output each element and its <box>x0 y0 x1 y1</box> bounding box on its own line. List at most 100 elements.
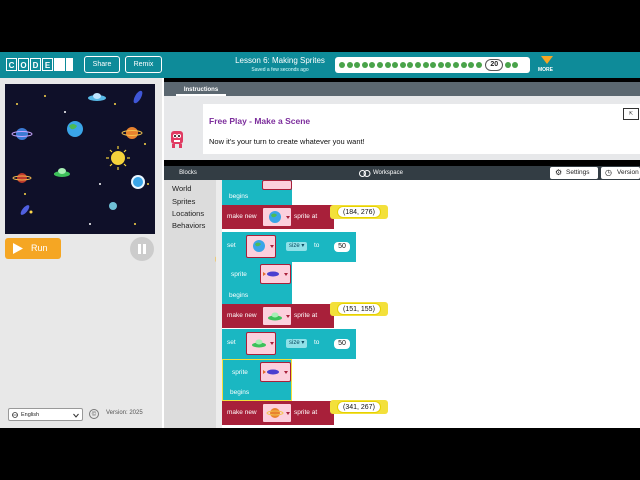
set-label: set <box>227 339 236 346</box>
progress-dot[interactable] <box>422 62 429 68</box>
sprite-at-label: sprite at <box>294 312 318 319</box>
progress-dot[interactable] <box>504 62 511 68</box>
collapse-icon[interactable]: ⇱ <box>623 108 639 120</box>
make-new-label: make new <box>227 312 257 319</box>
size-label: size <box>289 340 300 346</box>
bot-avatar-icon <box>171 131 183 148</box>
instructions-header <box>164 82 640 96</box>
progress-dot[interactable] <box>460 62 467 68</box>
ufo-sprite-icon <box>252 339 274 348</box>
run-button[interactable]: Run <box>5 238 61 259</box>
link-icon <box>359 170 371 177</box>
make-new-label: make new <box>227 409 257 416</box>
begins-label: begins <box>229 292 249 299</box>
current-level-bubble[interactable]: 20 <box>485 59 504 71</box>
progress-dot[interactable] <box>512 62 519 68</box>
chevron-down-icon[interactable] <box>541 56 553 64</box>
tab-blocks[interactable]: Blocks <box>167 166 209 180</box>
saturn-sprite-icon <box>266 408 290 418</box>
progress-dot[interactable] <box>339 62 345 68</box>
logo-block <box>66 58 73 71</box>
logo-block <box>54 58 65 71</box>
stage-scene <box>11 90 149 225</box>
sprite-picker[interactable] <box>260 362 291 382</box>
rocket-sprite-icon <box>263 369 288 375</box>
tab-instructions[interactable]: Instructions <box>176 84 226 96</box>
run-label: Run <box>31 243 48 253</box>
property-dropdown[interactable]: size ▾ <box>286 339 308 348</box>
sprite-label: sprite <box>232 369 248 376</box>
logo-letter: C <box>6 58 17 71</box>
more-label[interactable]: MORE <box>538 67 553 73</box>
copyright-icon[interactable]: © <box>89 409 99 419</box>
earth-sprite-icon <box>269 211 290 223</box>
set-label: set <box>227 242 236 249</box>
sprite-picker[interactable] <box>262 306 292 326</box>
instructions-text: Now it's your turn to create whatever yo… <box>209 137 365 146</box>
progress-dot[interactable] <box>475 62 482 68</box>
saved-status: Saved a few seconds ago <box>251 67 309 73</box>
sprite-picker[interactable] <box>262 207 292 227</box>
property-dropdown[interactable]: size ▾ <box>286 242 308 251</box>
lesson-title[interactable]: Lesson 6: Making Sprites <box>230 56 330 65</box>
progress-dot[interactable] <box>376 62 383 68</box>
clock-icon: ◷ <box>605 168 612 177</box>
instructions-card <box>203 104 640 154</box>
progress-dot[interactable] <box>384 62 391 68</box>
begins-label: begins <box>230 389 250 396</box>
progress-dot[interactable] <box>361 62 368 68</box>
progress-dot[interactable] <box>437 62 444 68</box>
size-value[interactable]: 50 <box>333 338 351 350</box>
progress-dot[interactable] <box>407 62 414 68</box>
lesson-progress[interactable]: 20 <box>335 57 530 73</box>
sprite-label: sprite <box>231 271 247 278</box>
sprite-picker[interactable] <box>260 264 291 284</box>
settings-label: Settings <box>566 169 590 176</box>
letterbox-bottom <box>0 428 640 480</box>
toolbox-category-behaviors[interactable]: Behaviors <box>172 221 205 230</box>
sprite-picker[interactable] <box>262 403 292 423</box>
share-button[interactable]: Share <box>84 56 120 73</box>
to-label: to <box>314 339 320 346</box>
code-logo[interactable]: C O D E <box>6 58 73 71</box>
progress-dot[interactable] <box>430 62 437 68</box>
progress-dot[interactable] <box>399 62 406 68</box>
chevron-down-icon <box>73 413 79 418</box>
location-value[interactable]: (151, 155) <box>337 303 381 315</box>
version-button[interactable]: ◷ Version <box>601 167 640 179</box>
toolbox-category-locations[interactable]: Locations <box>172 209 204 218</box>
pause-button[interactable] <box>130 237 154 261</box>
location-value[interactable]: (341, 267) <box>337 401 381 413</box>
sprite-slot[interactable] <box>262 180 292 190</box>
workspace-title: Workspace <box>373 170 403 176</box>
progress-dot[interactable] <box>414 62 421 68</box>
sprite-picker[interactable] <box>246 235 276 258</box>
sprite-at-label: sprite at <box>294 409 318 416</box>
size-value[interactable]: 50 <box>333 241 351 253</box>
progress-dot[interactable] <box>392 62 399 68</box>
location-value[interactable]: (184, 276) <box>337 206 381 218</box>
sprite-stage[interactable] <box>5 84 155 234</box>
toolbox-category-world[interactable]: World <box>172 184 191 193</box>
progress-dot[interactable] <box>452 62 459 68</box>
language-select[interactable]: English <box>8 408 83 421</box>
settings-button[interactable]: ⚙ Settings <box>550 167 598 179</box>
progress-dot[interactable] <box>354 62 361 68</box>
play-icon <box>13 243 23 254</box>
gear-icon: ⚙ <box>555 168 563 177</box>
version-label: Version: 2025 <box>106 410 143 416</box>
progress-dot[interactable] <box>445 62 452 68</box>
sprite-picker[interactable] <box>246 332 276 355</box>
make-new-label: make new <box>227 213 257 220</box>
progress-dot[interactable] <box>468 62 475 68</box>
progress-dot[interactable] <box>369 62 376 68</box>
toolbox-category-sprites[interactable]: Sprites <box>172 197 195 206</box>
remix-button[interactable]: Remix <box>125 56 162 73</box>
sprite-at-label: sprite at <box>294 213 318 220</box>
logo-letter: D <box>30 58 41 71</box>
size-label: size <box>289 243 300 249</box>
progress-dot[interactable] <box>346 62 353 68</box>
logo-letter: E <box>42 58 53 71</box>
instructions-title: Free Play - Make a Scene <box>209 116 311 126</box>
ufo-sprite-icon <box>268 312 290 321</box>
